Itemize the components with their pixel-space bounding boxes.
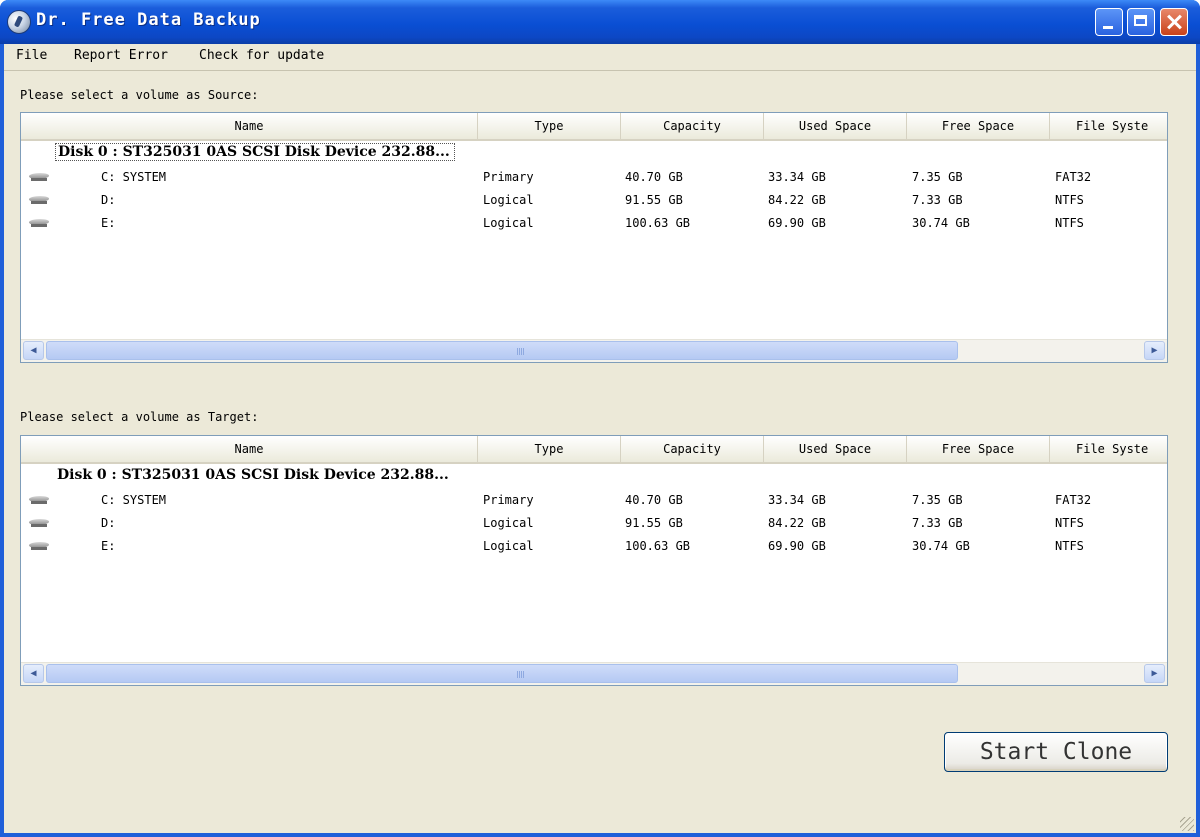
column-header-file-system[interactable]: File Syste — [1050, 436, 1167, 462]
menu-file[interactable]: File — [16, 48, 47, 63]
chevron-right-icon[interactable]: ▶ — [1144, 664, 1165, 683]
grip-icon — [517, 671, 525, 678]
volume-name: C: SYSTEM — [101, 170, 167, 184]
hard-drive-icon — [29, 196, 49, 205]
scrollbar-thumb[interactable] — [46, 341, 958, 360]
volume-free-space: 7.33 GB — [912, 516, 963, 530]
minimize-icon[interactable] — [1095, 8, 1123, 36]
volume-name: D: — [101, 193, 116, 207]
volume-file-system: NTFS — [1055, 539, 1084, 553]
source-horizontal-scrollbar[interactable]: ◀ ▶ — [21, 339, 1167, 362]
source-list-header: Name Type Capacity Used Space Free Space… — [21, 113, 1167, 141]
column-header-type[interactable]: Type — [478, 113, 621, 139]
column-header-type[interactable]: Type — [478, 436, 621, 462]
source-volume-row[interactable]: E: Logical 100.63 GB 69.90 GB 30.74 GB N… — [21, 213, 1167, 235]
start-clone-button[interactable]: Start Clone — [944, 732, 1168, 772]
column-header-name[interactable]: Name — [21, 113, 478, 139]
volume-file-system: NTFS — [1055, 193, 1084, 207]
volume-capacity: 40.70 GB — [625, 170, 683, 184]
volume-file-system: FAT32 — [1055, 170, 1092, 184]
volume-type: Primary — [483, 493, 534, 507]
hard-drive-icon — [29, 219, 49, 228]
volume-capacity: 91.55 GB — [625, 516, 683, 530]
volume-free-space: 30.74 GB — [912, 216, 970, 230]
volume-type: Logical — [483, 216, 534, 230]
target-label: Please select a volume as Target: — [20, 410, 259, 424]
volume-type: Logical — [483, 193, 534, 207]
volume-free-space: 7.35 GB — [912, 170, 963, 184]
volume-type: Primary — [483, 170, 534, 184]
column-header-free-space[interactable]: Free Space — [907, 113, 1050, 139]
volume-file-system: NTFS — [1055, 216, 1084, 230]
column-header-capacity[interactable]: Capacity — [621, 113, 764, 139]
source-volume-row[interactable]: C: SYSTEM Primary 40.70 GB 33.34 GB 7.35… — [21, 167, 1167, 189]
volume-free-space: 30.74 GB — [912, 539, 970, 553]
volume-name: E: — [101, 539, 116, 553]
menu-bar: File Report Error Check for update — [4, 44, 1196, 71]
hard-drive-icon — [29, 496, 49, 505]
chevron-right-icon[interactable]: ▶ — [1144, 341, 1165, 360]
column-header-free-space[interactable]: Free Space — [907, 436, 1050, 462]
volume-used-space: 84.22 GB — [768, 516, 826, 530]
chevron-left-icon[interactable]: ◀ — [23, 664, 44, 683]
volume-capacity: 100.63 GB — [625, 539, 691, 553]
volume-used-space: 69.90 GB — [768, 539, 826, 553]
source-volume-list[interactable]: Name Type Capacity Used Space Free Space… — [20, 112, 1168, 363]
volume-name: D: — [101, 516, 116, 530]
target-volume-row[interactable]: E: Logical 100.63 GB 69.90 GB 30.74 GB N… — [21, 536, 1167, 558]
resize-grip-icon[interactable] — [1180, 817, 1194, 831]
grip-icon — [517, 348, 525, 355]
volume-capacity: 100.63 GB — [625, 216, 691, 230]
volume-used-space: 33.34 GB — [768, 170, 826, 184]
chevron-left-icon[interactable]: ◀ — [23, 341, 44, 360]
menu-check-for-update[interactable]: Check for update — [199, 48, 324, 63]
source-label: Please select a volume as Source: — [20, 88, 259, 102]
volume-used-space: 84.22 GB — [768, 193, 826, 207]
volume-used-space: 69.90 GB — [768, 216, 826, 230]
target-volume-row[interactable]: C: SYSTEM Primary 40.70 GB 33.34 GB 7.35… — [21, 490, 1167, 512]
maximize-icon[interactable] — [1127, 8, 1155, 36]
volume-name: C: SYSTEM — [101, 493, 167, 507]
volume-type: Logical — [483, 539, 534, 553]
volume-name: E: — [101, 216, 116, 230]
app-window: Dr. Free Data Backup File Report Error C… — [0, 0, 1200, 837]
target-list-header: Name Type Capacity Used Space Free Space… — [21, 436, 1167, 464]
close-icon[interactable] — [1160, 8, 1188, 36]
menu-report-error[interactable]: Report Error — [74, 48, 168, 63]
column-header-used-space[interactable]: Used Space — [764, 436, 907, 462]
column-header-used-space[interactable]: Used Space — [764, 113, 907, 139]
source-disk-row[interactable]: Disk 0 : ST325031 0AS SCSI Disk Device 2… — [55, 143, 455, 161]
source-volume-row[interactable]: D: Logical 91.55 GB 84.22 GB 7.33 GB NTF… — [21, 190, 1167, 212]
volume-free-space: 7.35 GB — [912, 493, 963, 507]
target-volume-row[interactable]: D: Logical 91.55 GB 84.22 GB 7.33 GB NTF… — [21, 513, 1167, 535]
column-header-name[interactable]: Name — [21, 436, 478, 462]
target-volume-list[interactable]: Name Type Capacity Used Space Free Space… — [20, 435, 1168, 686]
column-header-file-system[interactable]: File Syste — [1050, 113, 1167, 139]
volume-file-system: FAT32 — [1055, 493, 1092, 507]
hard-drive-icon — [29, 519, 49, 528]
title-bar[interactable]: Dr. Free Data Backup — [0, 0, 1200, 44]
app-icon[interactable] — [7, 10, 31, 34]
volume-capacity: 40.70 GB — [625, 493, 683, 507]
window-title: Dr. Free Data Backup — [36, 10, 261, 30]
volume-capacity: 91.55 GB — [625, 193, 683, 207]
scrollbar-thumb[interactable] — [46, 664, 958, 683]
volume-type: Logical — [483, 516, 534, 530]
hard-drive-icon — [29, 542, 49, 551]
target-disk-row[interactable]: Disk 0 : ST325031 0AS SCSI Disk Device 2… — [57, 467, 449, 483]
volume-used-space: 33.34 GB — [768, 493, 826, 507]
volume-free-space: 7.33 GB — [912, 193, 963, 207]
volume-file-system: NTFS — [1055, 516, 1084, 530]
hard-drive-icon — [29, 173, 49, 182]
target-horizontal-scrollbar[interactable]: ◀ ▶ — [21, 662, 1167, 685]
column-header-capacity[interactable]: Capacity — [621, 436, 764, 462]
